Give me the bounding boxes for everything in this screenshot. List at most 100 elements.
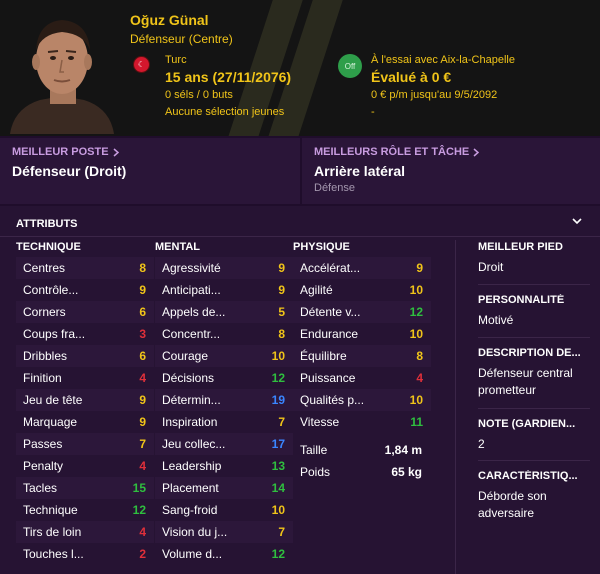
description-block: DESCRIPTION DE... Défenseur central prom…	[478, 347, 590, 399]
attribute-row[interactable]: Tacles 15	[16, 477, 154, 499]
attribute-label: Marquage	[23, 415, 78, 429]
gk-note-value: 2	[478, 437, 485, 451]
body-measurements: Taille 1,84 m Poids 65 kg	[292, 439, 430, 483]
attribute-value: 9	[139, 415, 146, 429]
attribute-value: 4	[416, 371, 423, 385]
attribute-label: Appels de...	[162, 305, 226, 319]
attribute-row[interactable]: Placement 14	[155, 477, 293, 499]
attribute-label: Courage	[162, 349, 209, 363]
attribute-row[interactable]: Jeu collec... 17	[155, 433, 293, 455]
attribute-value: 9	[278, 283, 285, 297]
attribute-label: Finition	[23, 371, 62, 385]
attribute-row[interactable]: Agressivité 9	[155, 257, 293, 279]
attribute-row[interactable]: Corners 6	[16, 301, 154, 323]
attribute-label: Endurance	[300, 327, 359, 341]
best-role-value: Arrière latéral	[314, 163, 406, 179]
attribute-label: Concentr...	[162, 327, 221, 341]
technique-header: TECHNIQUE	[16, 241, 81, 253]
description-value: Défenseur central prometteur	[478, 366, 573, 397]
player-wage: 0 € p/m jusqu'au 9/5/2092	[371, 89, 498, 101]
attribute-row[interactable]: Sang-froid 10	[155, 499, 293, 521]
attribute-value: 14	[271, 481, 285, 495]
personality-title: PERSONNALITÉ	[478, 294, 565, 306]
trial-status[interactable]: À l'essai avec Aix-la-Chapelle	[371, 54, 515, 66]
attribute-value: 12	[271, 547, 285, 561]
traits-block: CARACTÉRISTIQ... Déborde son adversaire	[478, 470, 590, 522]
attribute-row[interactable]: Marquage 9	[16, 411, 154, 433]
attribute-value: 3	[139, 327, 146, 341]
attribute-row[interactable]: Technique 12	[16, 499, 154, 521]
attribute-row[interactable]: Touches l... 2	[16, 543, 154, 565]
attribute-row[interactable]: Coups fra... 3	[16, 323, 154, 345]
attribute-row[interactable]: Leadership 13	[155, 455, 293, 477]
height-label: Taille	[300, 443, 328, 457]
attribute-row[interactable]: Décisions 12	[155, 367, 293, 389]
height-value: 1,84 m	[384, 443, 422, 457]
preferred-foot-block: MEILLEUR PIED Droit	[478, 241, 590, 276]
attribute-label: Vision du j...	[162, 525, 228, 539]
attribute-row[interactable]: Jeu de tête 9	[16, 389, 154, 411]
attribute-row[interactable]: Vitesse 11	[293, 411, 431, 433]
attribute-row[interactable]: Endurance 10	[293, 323, 431, 345]
attribute-value: 10	[271, 503, 285, 517]
chevron-right-icon	[113, 147, 119, 157]
attribute-row[interactable]: Inspiration 7	[155, 411, 293, 433]
weight-label: Poids	[300, 465, 331, 479]
attribute-label: Placement	[162, 481, 219, 495]
player-youth-selection: Aucune sélection jeunes	[165, 106, 285, 118]
attribute-row[interactable]: Courage 10	[155, 345, 293, 367]
attribute-value: 4	[139, 459, 146, 473]
attribute-row[interactable]: Anticipati... 9	[155, 279, 293, 301]
attribute-value: 13	[271, 459, 285, 473]
best-position-link[interactable]: MEILLEUR POSTE	[12, 146, 120, 158]
attribute-row[interactable]: Qualités p... 10	[293, 389, 431, 411]
attribute-row[interactable]: Vision du j... 7	[155, 521, 293, 543]
best-position-box: MEILLEUR POSTE Défenseur (Droit)	[0, 138, 300, 204]
best-role-link[interactable]: MEILLEURS RÔLE ET TÂCHE	[314, 146, 480, 158]
attribute-row[interactable]: Détente v... 12	[293, 301, 431, 323]
attribute-value: 12	[271, 371, 285, 385]
attribute-row[interactable]: Centres 8	[16, 257, 154, 279]
attribute-row[interactable]: Finition 4	[16, 367, 154, 389]
attribute-row[interactable]: Agilité 10	[293, 279, 431, 301]
attribute-row[interactable]: Passes 7	[16, 433, 154, 455]
attribute-label: Tacles	[23, 481, 58, 495]
chevron-down-icon[interactable]	[572, 214, 582, 229]
attribute-value: 4	[139, 525, 146, 539]
attribute-value: 7	[139, 437, 146, 451]
mental-list: Agressivité 9 Anticipati... 9 Appels de... 5 C…	[155, 257, 293, 565]
weight-value: 65 kg	[391, 465, 422, 479]
attribute-label: Sang-froid	[162, 503, 218, 517]
attribute-row[interactable]: Penalty 4	[16, 455, 154, 477]
attribute-row[interactable]: Équilibre 8	[293, 345, 431, 367]
attribute-row[interactable]: Concentr... 8	[155, 323, 293, 345]
traits-value: Déborde son adversaire	[478, 489, 547, 520]
attribute-label: Dribbles	[23, 349, 68, 363]
attribute-row[interactable]: Détermin... 19	[155, 389, 293, 411]
preferred-foot-title: MEILLEUR PIED	[478, 241, 563, 253]
best-position-title: MEILLEUR POSTE	[12, 146, 109, 158]
personality-block: PERSONNALITÉ Motivé	[478, 294, 590, 329]
attribute-value: 12	[409, 305, 423, 319]
attribute-value: 10	[409, 283, 423, 297]
attribute-label: Tirs de loin	[23, 525, 82, 539]
attribute-label: Détente v...	[300, 305, 361, 319]
attribute-row[interactable]: Puissance 4	[293, 367, 431, 389]
attribute-label: Détermin...	[162, 393, 221, 407]
attribute-row[interactable]: Volume d... 12	[155, 543, 293, 565]
player-position: Défenseur (Centre)	[130, 32, 233, 46]
attribute-row[interactable]: Appels de... 5	[155, 301, 293, 323]
attribute-value: 12	[132, 503, 146, 517]
attribute-label: Qualités p...	[300, 393, 365, 407]
description-title: DESCRIPTION DE...	[478, 347, 581, 359]
attribute-row[interactable]: Tirs de loin 4	[16, 521, 154, 543]
attribute-row[interactable]: Dribbles 6	[16, 345, 154, 367]
attribute-value: 2	[139, 547, 146, 561]
attribute-row[interactable]: Accélérat... 9	[293, 257, 431, 279]
player-name: Oğuz Günal	[130, 12, 209, 28]
attribute-label: Jeu collec...	[162, 437, 226, 451]
attribute-row[interactable]: Contrôle... 9	[16, 279, 154, 301]
attributes-title: ATTRIBUTS	[16, 218, 78, 230]
gk-note-title: NOTE (GARDIEN...	[478, 418, 576, 430]
attribute-value: 8	[139, 261, 146, 275]
